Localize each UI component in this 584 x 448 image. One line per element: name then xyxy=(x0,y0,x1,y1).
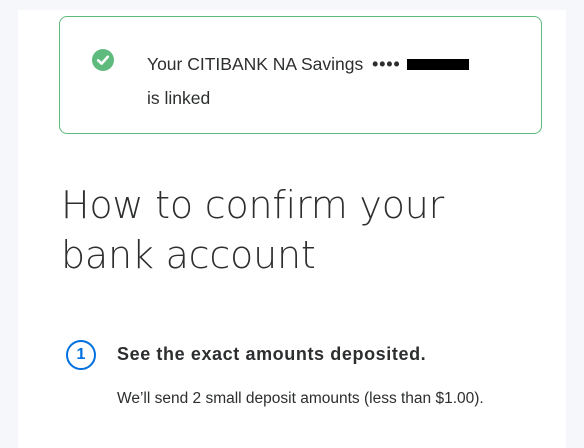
check-circle-icon xyxy=(92,49,114,71)
banner-text-prefix: Your CITIBANK NA Savings xyxy=(147,54,364,74)
page-title-line1: How to confirm your xyxy=(61,183,445,227)
masked-account-dots: •••• xyxy=(372,54,401,74)
page-top-strip xyxy=(0,0,584,10)
banner-text-suffix: is linked xyxy=(147,88,211,108)
step-description: We’ll send 2 small deposit amounts (less… xyxy=(117,390,484,407)
bank-linked-banner: Your CITIBANK NA Savings •••• is linked xyxy=(59,16,542,134)
page-title: How to confirm your bank account xyxy=(61,180,541,280)
page-right-gutter xyxy=(566,0,584,448)
banner-message: Your CITIBANK NA Savings •••• is linked xyxy=(147,47,527,115)
page-left-gutter xyxy=(0,0,18,448)
step-title: See the exact amounts deposited. xyxy=(117,344,427,364)
step-number-badge: 1 xyxy=(66,340,96,370)
redacted-account-number xyxy=(406,59,469,70)
page-title-line2: bank account xyxy=(61,233,316,277)
